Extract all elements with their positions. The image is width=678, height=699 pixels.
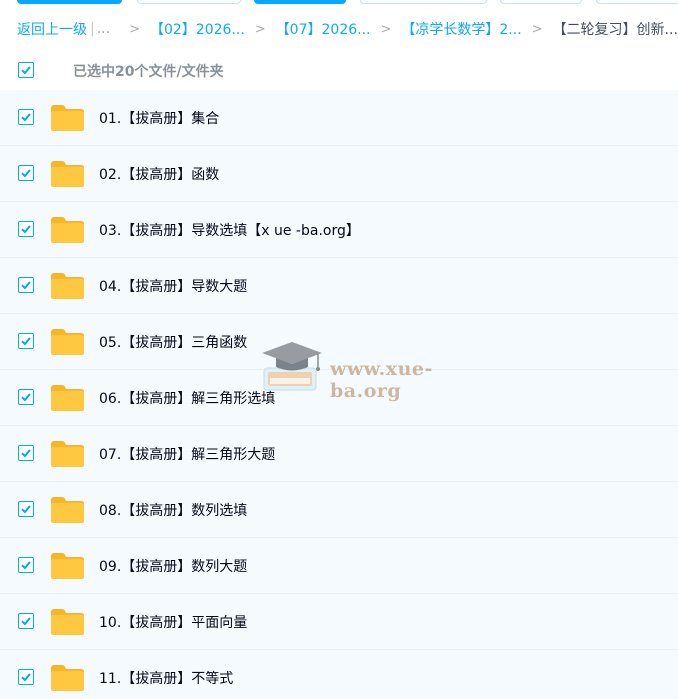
select-all-header: 已选中20个文件/文件夹	[0, 60, 678, 82]
file-name[interactable]: 08.【拔高册】数列选填	[99, 500, 247, 520]
selection-count: 已选中20个文件/文件夹	[73, 64, 224, 80]
folder-icon	[50, 104, 85, 132]
file-row[interactable]: 03.【拔高册】导数选填【x ue -ba.org】	[0, 202, 678, 258]
breadcrumb-current: 【二轮复习】创新...	[552, 22, 678, 38]
file-checkbox[interactable]	[18, 501, 34, 517]
file-checkbox[interactable]	[18, 389, 34, 405]
file-row[interactable]: 07.【拔高册】解三角形大题	[0, 426, 678, 482]
select-all-checkbox[interactable]	[18, 62, 34, 78]
file-browser: 返回上一级 | ... > 【02】2026... > 【07】2026... …	[0, 0, 678, 699]
file-row[interactable]: 09.【拔高册】数列大题	[0, 538, 678, 594]
breadcrumb: 返回上一级 | ... > 【02】2026... > 【07】2026... …	[17, 18, 678, 40]
file-row[interactable]: 02.【拔高册】函数	[0, 146, 678, 202]
file-checkbox[interactable]	[18, 165, 34, 181]
file-list: 01.【拔高册】集合 02.【拔高册】函数 03.【拔高册】导数选填【x ue -b…	[0, 90, 678, 699]
checkmark-icon	[21, 113, 31, 122]
toolbar-button[interactable]	[596, 0, 678, 4]
file-checkbox[interactable]	[18, 445, 34, 461]
file-name[interactable]: 02.【拔高册】函数	[99, 164, 219, 184]
breadcrumb-item[interactable]: 【07】2026...	[276, 19, 371, 39]
folder-icon	[50, 440, 85, 468]
checkmark-icon	[21, 505, 31, 514]
toolbar-button[interactable]	[137, 0, 241, 4]
back-link[interactable]: 返回上一级	[17, 19, 87, 39]
checkmark-icon	[21, 66, 31, 75]
toolbar-button[interactable]	[500, 0, 582, 4]
toolbar-edge	[0, 0, 678, 6]
toolbar-button[interactable]	[360, 0, 487, 4]
file-checkbox[interactable]	[18, 613, 34, 629]
chevron-right-icon: >	[254, 21, 266, 37]
breadcrumb-item[interactable]: 【02】2026...	[150, 19, 245, 39]
folder-icon	[50, 384, 85, 412]
file-row[interactable]: 04.【拔高册】导数大题	[0, 258, 678, 314]
folder-icon	[50, 552, 85, 580]
checkmark-icon	[21, 393, 31, 402]
folder-icon	[50, 608, 85, 636]
breadcrumb-item[interactable]: 【凉学长数学】2...	[401, 19, 521, 39]
checkmark-icon	[21, 225, 31, 234]
file-row[interactable]: 08.【拔高册】数列选填	[0, 482, 678, 538]
file-name[interactable]: 06.【拔高册】解三角形选填	[99, 388, 275, 408]
file-checkbox[interactable]	[18, 557, 34, 573]
toolbar-button-primary[interactable]	[17, 0, 122, 4]
file-checkbox[interactable]	[18, 109, 34, 125]
breadcrumb-divider: |	[90, 21, 95, 37]
file-checkbox[interactable]	[18, 333, 34, 349]
toolbar-button-active[interactable]	[254, 0, 346, 4]
file-row[interactable]: 05.【拔高册】三角函数	[0, 314, 678, 370]
file-checkbox[interactable]	[18, 221, 34, 237]
folder-icon	[50, 160, 85, 188]
checkmark-icon	[21, 281, 31, 290]
folder-icon	[50, 216, 85, 244]
folder-icon	[50, 496, 85, 524]
file-name[interactable]: 07.【拔高册】解三角形大题	[99, 444, 275, 464]
chevron-right-icon: >	[129, 21, 140, 37]
checkmark-icon	[21, 673, 31, 682]
file-name[interactable]: 11.【拔高册】不等式	[99, 668, 233, 688]
file-row[interactable]: 10.【拔高册】平面向量	[0, 594, 678, 650]
checkmark-icon	[21, 449, 31, 458]
folder-icon	[50, 272, 85, 300]
checkmark-icon	[21, 169, 31, 178]
file-name[interactable]: 09.【拔高册】数列大题	[99, 556, 247, 576]
checkmark-icon	[21, 617, 31, 626]
checkmark-icon	[21, 561, 31, 570]
file-name[interactable]: 03.【拔高册】导数选填【x ue -ba.org】	[99, 220, 360, 240]
chevron-right-icon: >	[531, 21, 543, 37]
file-name[interactable]: 04.【拔高册】导数大题	[99, 276, 247, 296]
checkmark-icon	[21, 337, 31, 346]
folder-icon	[50, 328, 85, 356]
file-row[interactable]: 11.【拔高册】不等式	[0, 650, 678, 699]
file-name[interactable]: 05.【拔高册】三角函数	[99, 332, 247, 352]
chevron-right-icon: >	[380, 21, 392, 37]
folder-icon	[50, 664, 85, 692]
file-name[interactable]: 10.【拔高册】平面向量	[99, 612, 247, 632]
file-row[interactable]: 01.【拔高册】集合	[0, 90, 678, 146]
file-name[interactable]: 01.【拔高册】集合	[99, 108, 219, 128]
file-row[interactable]: 06.【拔高册】解三角形选填	[0, 370, 678, 426]
file-checkbox[interactable]	[18, 277, 34, 293]
breadcrumb-ellipsis[interactable]: ...	[97, 21, 110, 37]
file-checkbox[interactable]	[18, 669, 34, 685]
